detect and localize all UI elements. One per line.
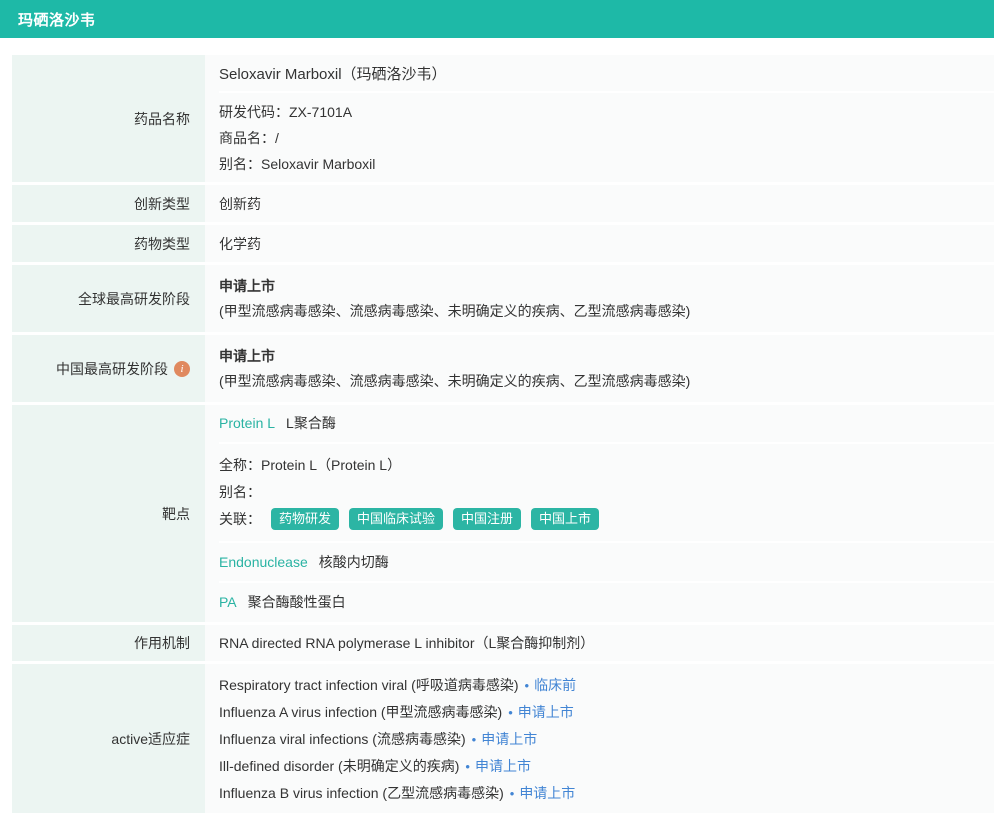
row-mechanism: 作用机制 RNA directed RNA polymerase L inhib…: [12, 625, 994, 661]
bullet-icon: •: [508, 705, 513, 720]
china-phase-label-cell: 中国最高研发阶段 i: [12, 335, 205, 402]
target-alias-label: 别名：: [219, 484, 261, 500]
target-link-endonuclease[interactable]: Endonuclease: [219, 554, 308, 570]
row-china-phase: 中国最高研发阶段 i 申请上市 (甲型流感病毒感染、流感病毒感染、未明确定义的疾…: [12, 335, 994, 402]
target-primary-head: Protein L L聚合酶: [219, 405, 994, 444]
alias-label: 别名：: [219, 156, 261, 172]
page-title: 玛硒洛沙韦: [18, 9, 96, 30]
row-global-phase: 全球最高研发阶段 申请上市 (甲型流感病毒感染、流感病毒感染、未明确定义的疾病、…: [12, 265, 994, 332]
active-indications-label: active适应症: [12, 664, 205, 813]
indication-list: Respiratory tract infection viral (呼吸道病毒…: [219, 664, 994, 813]
dev-code-line: 研发代码：ZX-7101A: [219, 99, 994, 125]
china-phase-stage: 申请上市: [219, 344, 994, 369]
global-phase-value: 申请上市 (甲型流感病毒感染、流感病毒感染、未明确定义的疾病、乙型流感病毒感染): [205, 265, 994, 332]
china-phase-value: 申请上市 (甲型流感病毒感染、流感病毒感染、未明确定义的疾病、乙型流感病毒感染): [205, 335, 994, 402]
target-label: 靶点: [12, 405, 205, 622]
trade-name-label: 商品名：: [219, 130, 275, 146]
target-link-pa[interactable]: PA: [219, 594, 237, 610]
target-primary-detail: 全称：Protein L（Protein L） 别名： 关联： 药物研发 中国临…: [219, 444, 994, 543]
target-pa-cn: 聚合酶酸性蛋白: [248, 594, 346, 610]
drug-name-value: Seloxavir Marboxil（玛硒洛沙韦） 研发代码：ZX-7101A …: [205, 55, 994, 182]
indication-item: Influenza A virus infection (甲型流感病毒感染) • 申…: [219, 699, 994, 726]
target-pa-row: PA 聚合酶酸性蛋白: [219, 583, 994, 621]
indication-item: Ill-defined disorder (未明确定义的疾病) • 申请上市: [219, 753, 994, 780]
drug-primary-name: Seloxavir Marboxil（玛硒洛沙韦）: [219, 55, 994, 93]
target-link-protein-l[interactable]: Protein L: [219, 415, 275, 431]
target-endonuclease-cn: 核酸内切酶: [319, 554, 389, 570]
target-fullname-line: 全称：Protein L（Protein L）: [219, 452, 994, 479]
badge-china-clinical-trial[interactable]: 中国临床试验: [349, 508, 443, 530]
row-drug-name: 药品名称 Seloxavir Marboxil（玛硒洛沙韦） 研发代码：ZX-7…: [12, 55, 994, 182]
bullet-icon: •: [510, 786, 515, 801]
dev-code-label: 研发代码：: [219, 104, 289, 120]
page-header: 玛硒洛沙韦: [0, 0, 994, 38]
info-icon[interactable]: i: [174, 361, 190, 377]
drug-name-label: 药品名称: [12, 55, 205, 182]
target-endonuclease-row: Endonuclease 核酸内切酶: [219, 543, 994, 583]
china-phase-block: 申请上市 (甲型流感病毒感染、流感病毒感染、未明确定义的疾病、乙型流感病毒感染): [219, 335, 994, 402]
bullet-icon: •: [465, 759, 470, 774]
active-indications-value: Respiratory tract infection viral (呼吸道病毒…: [205, 664, 994, 813]
indication-name: Ill-defined disorder (未明确定义的疾病): [219, 758, 459, 774]
mechanism-label: 作用机制: [12, 625, 205, 661]
target-fullname-value: Protein L（Protein L）: [261, 457, 401, 473]
global-phase-block: 申请上市 (甲型流感病毒感染、流感病毒感染、未明确定义的疾病、乙型流感病毒感染): [219, 265, 994, 332]
drug-info-table: 药品名称 Seloxavir Marboxil（玛硒洛沙韦） 研发代码：ZX-7…: [12, 55, 994, 813]
indication-phase-link[interactable]: 申请上市: [518, 704, 574, 720]
indication-phase-link[interactable]: 申请上市: [519, 785, 575, 801]
global-phase-label: 全球最高研发阶段: [12, 265, 205, 332]
drug-name-details: 研发代码：ZX-7101A 商品名：/ 别名：Seloxavir Marboxi…: [219, 93, 994, 182]
row-target: 靶点 Protein L L聚合酶 全称：Protein L（Protein L）…: [12, 405, 994, 622]
row-active-indications: active适应症 Respiratory tract infection vi…: [12, 664, 994, 813]
dev-code-value: ZX-7101A: [289, 104, 352, 120]
trade-name-value: /: [275, 130, 279, 146]
bullet-icon: •: [525, 678, 530, 693]
badge-drug-rd[interactable]: 药物研发: [271, 508, 339, 530]
drug-type-label: 药物类型: [12, 225, 205, 262]
indication-item: Influenza viral infections (流感病毒感染) • 申请上市: [219, 726, 994, 753]
indication-name: Influenza B virus infection (乙型流感病毒感染): [219, 785, 504, 801]
indication-item: Influenza B virus infection (乙型流感病毒感染) • 申…: [219, 780, 994, 807]
indication-name: Influenza viral infections (流感病毒感染): [219, 731, 466, 747]
china-phase-indications: (甲型流感病毒感染、流感病毒感染、未明确定义的疾病、乙型流感病毒感染): [219, 369, 994, 394]
indication-item: Respiratory tract infection viral (呼吸道病毒…: [219, 672, 994, 699]
indication-name: Respiratory tract infection viral (呼吸道病毒…: [219, 677, 519, 693]
row-innovation-type: 创新类型 创新药: [12, 185, 994, 222]
trade-name-line: 商品名：/: [219, 125, 994, 151]
mechanism-value: RNA directed RNA polymerase L inhibitor（…: [205, 625, 994, 661]
indication-phase-link[interactable]: 申请上市: [475, 758, 531, 774]
indication-phase-link[interactable]: 临床前: [534, 677, 576, 693]
target-protein-l-cn: L聚合酶: [286, 415, 336, 431]
target-value: Protein L L聚合酶 全称：Protein L（Protein L） 别名…: [205, 405, 994, 622]
innovation-type-label: 创新类型: [12, 185, 205, 222]
alias-value: Seloxavir Marboxil: [261, 156, 375, 172]
global-phase-stage: 申请上市: [219, 274, 994, 299]
alias-line: 别名：Seloxavir Marboxil: [219, 151, 994, 177]
target-relation-label: 关联：: [219, 509, 261, 529]
badge-china-registration[interactable]: 中国注册: [453, 508, 521, 530]
china-phase-label: 中国最高研发阶段: [56, 359, 168, 379]
innovation-type-value: 创新药: [205, 185, 994, 222]
row-drug-type: 药物类型 化学药: [12, 225, 994, 262]
target-fullname-label: 全称：: [219, 457, 261, 473]
target-alias-line: 别名：: [219, 479, 994, 506]
indication-name: Influenza A virus infection (甲型流感病毒感染): [219, 704, 502, 720]
target-relation-line: 关联： 药物研发 中国临床试验 中国注册 中国上市: [219, 506, 994, 532]
drug-type-value: 化学药: [205, 225, 994, 262]
bullet-icon: •: [472, 732, 477, 747]
badge-china-marketed[interactable]: 中国上市: [531, 508, 599, 530]
indication-phase-link[interactable]: 申请上市: [481, 731, 537, 747]
global-phase-indications: (甲型流感病毒感染、流感病毒感染、未明确定义的疾病、乙型流感病毒感染): [219, 299, 994, 324]
